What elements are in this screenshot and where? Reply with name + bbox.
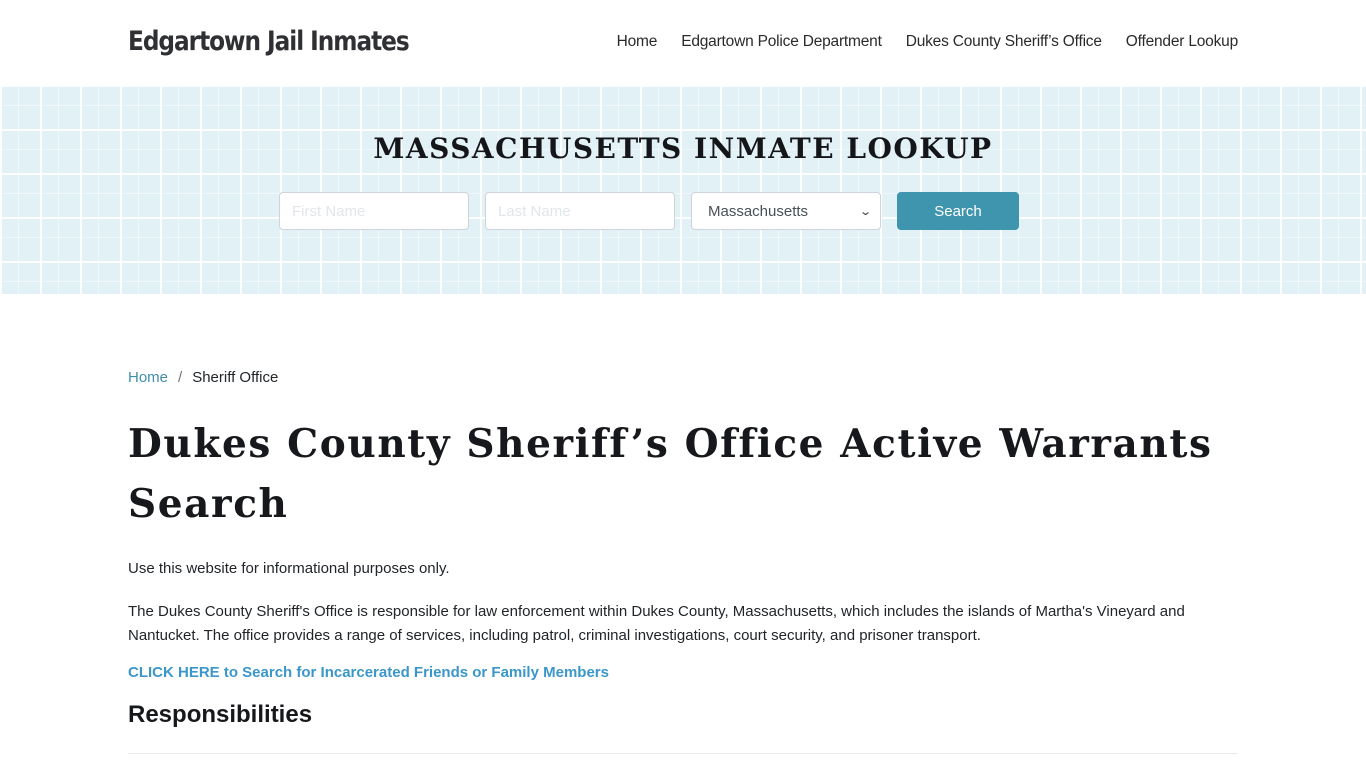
- inmate-lookup-hero: MASSACHUSETTS INMATE LOOKUP Massachusett…: [0, 85, 1366, 294]
- search-button[interactable]: Search: [897, 192, 1019, 230]
- nav-dukes-county-sheriffs-office[interactable]: Dukes County Sheriff’s Office: [906, 33, 1102, 51]
- main-nav: Home Edgartown Police Department Dukes C…: [617, 33, 1239, 51]
- site-logo[interactable]: Edgartown Jail Inmates: [128, 26, 410, 57]
- nav-offender-lookup[interactable]: Offender Lookup: [1126, 33, 1238, 51]
- disclaimer-text: Use this website for informational purpo…: [128, 560, 450, 577]
- hero-title: MASSACHUSETTS INMATE LOOKUP: [373, 132, 993, 165]
- page-title: Dukes County Sheriff’s Office Active War…: [128, 421, 1213, 527]
- nav-home[interactable]: Home: [617, 33, 658, 51]
- nav-edgartown-police-department[interactable]: Edgartown Police Department: [681, 33, 882, 51]
- state-select[interactable]: Massachusetts ⌄: [691, 192, 881, 230]
- responsibilities-heading: Responsibilities: [128, 701, 313, 728]
- intro-paragraph: The Dukes County Sheriff's Office is res…: [128, 603, 1185, 644]
- breadcrumb-current: Sheriff Office: [192, 369, 279, 386]
- search-incarcerated-link[interactable]: CLICK HERE to Search for Incarcerated Fr…: [128, 664, 609, 681]
- inmate-search-form: Massachusetts ⌄ Search: [279, 192, 1019, 230]
- site-header: Edgartown Jail Inmates Home Edgartown Po…: [0, 0, 1366, 85]
- section-divider: [128, 753, 1238, 754]
- chevron-down-icon: ⌄: [858, 205, 872, 218]
- first-name-input[interactable]: [279, 192, 469, 230]
- breadcrumb-separator: /: [178, 369, 183, 386]
- state-select-value: Massachusetts: [708, 202, 809, 220]
- breadcrumb: Home / Sheriff Office: [128, 369, 278, 386]
- last-name-input[interactable]: [485, 192, 675, 230]
- breadcrumb-home[interactable]: Home: [128, 369, 168, 386]
